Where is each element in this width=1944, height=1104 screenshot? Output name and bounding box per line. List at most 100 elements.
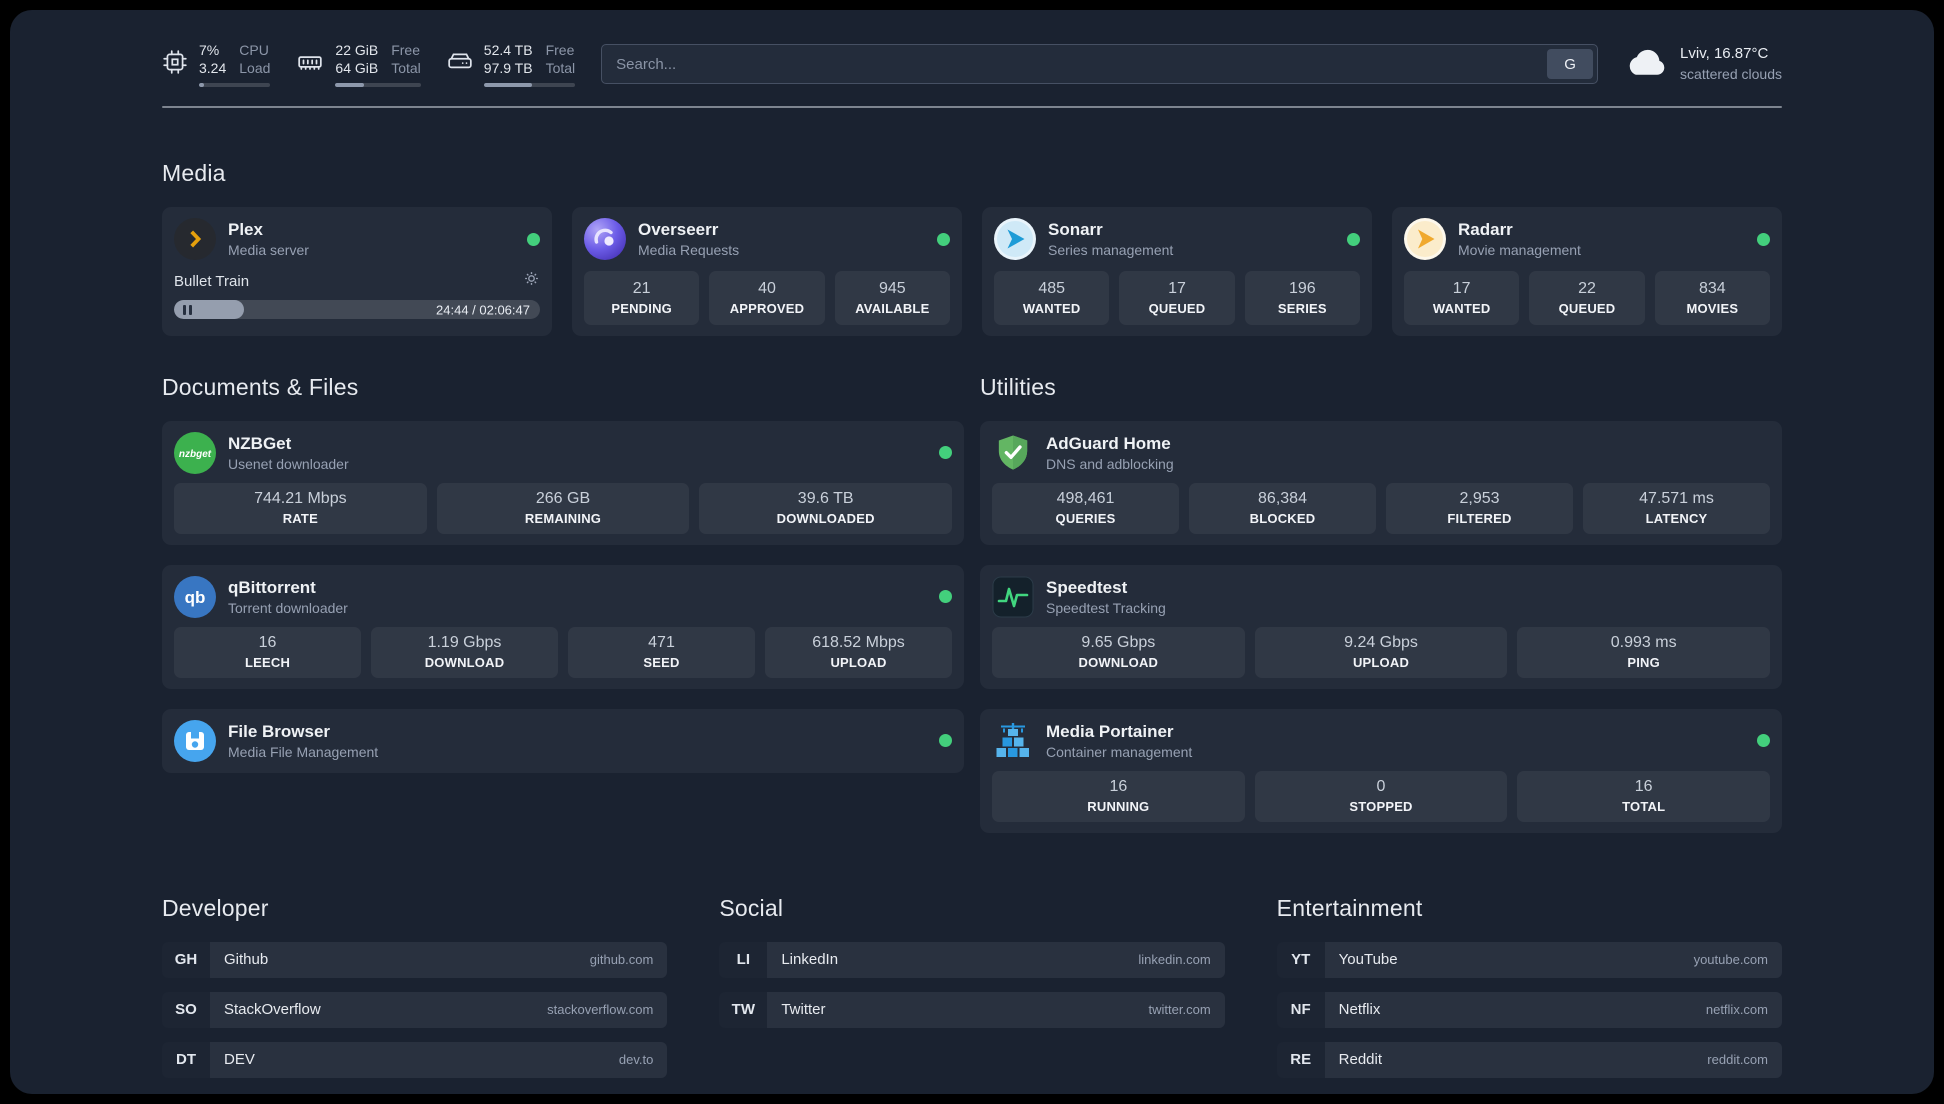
stat-value: 9.24 Gbps bbox=[1344, 633, 1418, 651]
stat-label: QUEUED bbox=[1558, 300, 1616, 316]
stat-label: PING bbox=[1627, 654, 1660, 670]
service-card-plex[interactable]: Plex Media server Bullet Train 24:44 / 0… bbox=[162, 207, 552, 336]
topbar-divider bbox=[162, 106, 1782, 108]
service-card-sonarr[interactable]: Sonarr Series management 485 WANTED 17 Q… bbox=[982, 207, 1372, 336]
stat-tile: 498,461 QUERIES bbox=[992, 482, 1179, 534]
stat-label: SERIES bbox=[1277, 300, 1327, 316]
bookmark-netflix[interactable]: NF Netflix netflix.com bbox=[1276, 991, 1782, 1028]
status-dot bbox=[1757, 734, 1770, 748]
status-dot bbox=[1347, 232, 1360, 246]
dashboard-container: 7% 3.24 CPU Load 22 GiB 64 GiB Free Tota… bbox=[10, 10, 1934, 1094]
stat-value: 0.993 ms bbox=[1610, 633, 1677, 651]
bookmark-dev[interactable]: DT DEV dev.to bbox=[162, 1041, 668, 1078]
search-bar[interactable]: G bbox=[601, 44, 1599, 84]
stat-label: WANTED bbox=[1022, 300, 1081, 316]
service-name: NZBGet bbox=[228, 433, 292, 453]
stat-tile: 16 RUNNING bbox=[992, 770, 1245, 822]
bookmark-name: Netflix bbox=[1338, 1001, 1381, 1019]
disk-total-value: 97.9 TB bbox=[483, 60, 533, 76]
section-media: Media Plex Media server Bullet Train 24:… bbox=[162, 160, 1782, 336]
bookmark-youtube[interactable]: YT YouTube youtube.com bbox=[1276, 941, 1782, 978]
playback-progressbar[interactable]: 24:44 / 02:06:47 bbox=[174, 300, 540, 319]
disk-free-value: 52.4 TB bbox=[483, 41, 533, 58]
stat-tile: 22 QUEUED bbox=[1529, 271, 1645, 325]
service-subtitle: Media File Management bbox=[228, 743, 379, 760]
stat-label: MOVIES bbox=[1686, 300, 1739, 316]
stat-tile: 945 AVAILABLE bbox=[834, 271, 950, 325]
service-card-speedtest[interactable]: Speedtest Speedtest Tracking 9.65 Gbps D… bbox=[980, 564, 1782, 689]
service-card-radarr[interactable]: Radarr Movie management 17 WANTED 22 QUE… bbox=[1392, 207, 1782, 336]
service-subtitle: Media server bbox=[228, 241, 309, 258]
bookmark-abbr: TW bbox=[719, 991, 768, 1028]
service-card-qbittorrent[interactable]: qb qBittorrent Torrent downloader 16 LEE… bbox=[162, 564, 964, 689]
stat-label: RUNNING bbox=[1087, 798, 1150, 814]
status-dot bbox=[1757, 232, 1770, 246]
service-card-adguard[interactable]: AdGuard Home DNS and adblocking 498,461 … bbox=[980, 420, 1782, 545]
qbittorrent-icon: qb bbox=[174, 575, 216, 618]
gear-icon[interactable] bbox=[523, 270, 540, 292]
pause-icon[interactable] bbox=[183, 304, 192, 315]
bookmark-abbr: LI bbox=[719, 941, 768, 978]
stat-tile: 834 MOVIES bbox=[1654, 271, 1770, 325]
section-utilities: Utilities AdGuard Home DNS and adblockin… bbox=[980, 374, 1782, 833]
cpu-usage-label: CPU bbox=[239, 41, 269, 58]
service-name: Radarr bbox=[1458, 219, 1513, 239]
stat-tile: 266 GB REMAINING bbox=[436, 482, 690, 534]
plex-icon bbox=[174, 218, 216, 260]
bookmark-abbr: DT bbox=[162, 1041, 210, 1078]
portainer-icon bbox=[992, 720, 1034, 762]
service-subtitle: Container management bbox=[1046, 743, 1193, 760]
disk-progressbar bbox=[483, 83, 576, 88]
nzbget-icon: nzbget bbox=[174, 431, 216, 474]
adguard-icon bbox=[992, 432, 1034, 474]
search-input[interactable] bbox=[602, 55, 1548, 73]
stat-label: AVAILABLE bbox=[855, 300, 930, 316]
search-provider-button[interactable]: G bbox=[1547, 49, 1594, 79]
status-dot bbox=[939, 590, 952, 604]
bookmark-name: LinkedIn bbox=[781, 951, 839, 969]
service-card-overseerr[interactable]: Overseerr Media Requests 21 PENDING 40 A… bbox=[572, 207, 962, 336]
service-card-filebrowser[interactable]: File Browser Media File Management bbox=[162, 708, 964, 773]
service-card-portainer[interactable]: Media Portainer Container management 16 … bbox=[980, 708, 1782, 833]
bookmark-github[interactable]: GH Github github.com bbox=[162, 941, 668, 978]
stat-label: STOPPED bbox=[1349, 798, 1413, 814]
weather-widget[interactable]: Lviv, 16.87°C scattered clouds bbox=[1624, 44, 1782, 83]
stat-value: 2,953 bbox=[1459, 489, 1500, 507]
dashboard-page: 7% 3.24 CPU Load 22 GiB 64 GiB Free Tota… bbox=[10, 10, 1934, 1094]
bookmark-linkedin[interactable]: LI LinkedIn linkedin.com bbox=[719, 941, 1225, 978]
stat-tile: 1.19 Gbps DOWNLOAD bbox=[371, 626, 558, 678]
service-name: File Browser bbox=[228, 721, 331, 741]
status-dot bbox=[939, 446, 952, 460]
memory-icon bbox=[296, 49, 324, 80]
disk-icon bbox=[447, 49, 473, 80]
stat-value: 47.571 ms bbox=[1639, 489, 1714, 507]
bookmark-stackoverflow[interactable]: SO StackOverflow stackoverflow.com bbox=[162, 991, 668, 1028]
bookmark-domain: netflix.com bbox=[1705, 1002, 1768, 1018]
stat-tile: 744.21 Mbps RATE bbox=[174, 482, 427, 534]
service-subtitle: DNS and adblocking bbox=[1046, 455, 1174, 472]
bookmark-domain: linkedin.com bbox=[1138, 952, 1211, 968]
stat-tile: 86,384 BLOCKED bbox=[1189, 482, 1376, 534]
service-card-nzbget[interactable]: nzbget NZBGet Usenet downloader 744.21 M… bbox=[162, 420, 964, 545]
bookmark-abbr: GH bbox=[162, 941, 210, 978]
sonarr-icon bbox=[994, 218, 1036, 260]
bookmark-reddit[interactable]: RE Reddit reddit.com bbox=[1276, 1041, 1782, 1078]
stat-label: BLOCKED bbox=[1249, 510, 1316, 526]
memory-progressbar bbox=[335, 83, 421, 88]
stat-value: 22 bbox=[1578, 280, 1596, 297]
stat-value: 0 bbox=[1376, 777, 1386, 795]
section-title-developer: Developer bbox=[162, 894, 269, 921]
bookmark-name: Github bbox=[224, 951, 269, 969]
bookmark-twitter[interactable]: TW Twitter twitter.com bbox=[719, 991, 1225, 1028]
section-title-media: Media bbox=[162, 160, 226, 186]
stat-tile: 471 SEED bbox=[568, 626, 755, 678]
bookmark-name: Reddit bbox=[1338, 1051, 1383, 1069]
stat-tile: 16 TOTAL bbox=[1517, 770, 1771, 822]
stat-value: 17 bbox=[1452, 280, 1471, 297]
stat-label: QUEUED bbox=[1148, 300, 1206, 316]
cpu-icon bbox=[162, 49, 188, 80]
stat-label: LEECH bbox=[244, 654, 291, 670]
stat-value: 945 bbox=[878, 280, 906, 297]
stat-tile: 17 QUEUED bbox=[1119, 271, 1235, 325]
stat-tile: 39.6 TB DOWNLOADED bbox=[699, 482, 953, 534]
